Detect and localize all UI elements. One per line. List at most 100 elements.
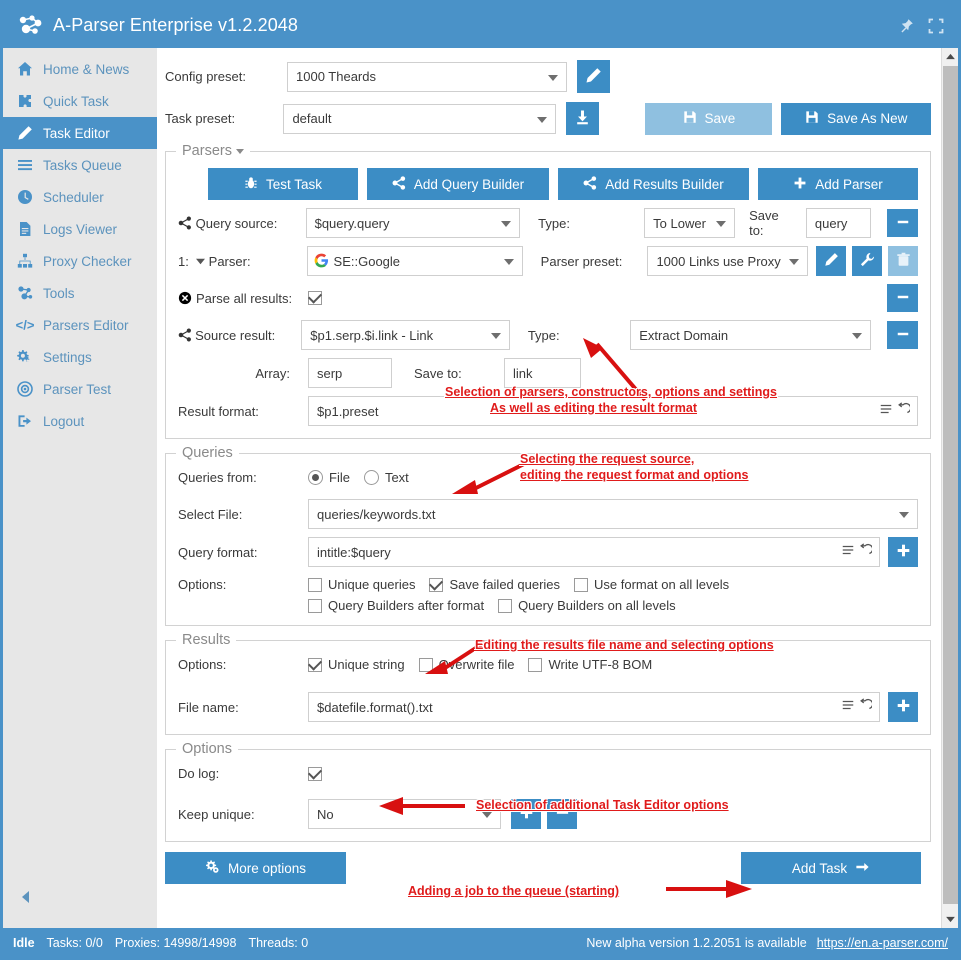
- sidebar-item-tools[interactable]: Tools: [3, 277, 157, 309]
- query-format-field[interactable]: intitle:$query: [308, 537, 880, 567]
- parsers-legend[interactable]: Parsers: [176, 143, 250, 159]
- pin-icon[interactable]: [898, 18, 914, 34]
- add-parser-button[interactable]: Add Parser: [758, 168, 918, 200]
- add-task-button[interactable]: Add Task: [741, 852, 921, 884]
- results-file-name-add-button[interactable]: [888, 692, 918, 722]
- fullscreen-icon[interactable]: [928, 18, 944, 34]
- more-options-button[interactable]: More options: [165, 852, 346, 884]
- parser-preset-label: Parser preset:: [541, 254, 648, 269]
- queries-from-text-option[interactable]: Text: [364, 470, 409, 485]
- option-use-format-all-levels[interactable]: Use format on all levels: [574, 577, 729, 592]
- query-source-type-label: Type:: [538, 216, 644, 231]
- do-log-checkbox[interactable]: [308, 767, 322, 781]
- query-source-select[interactable]: $query.query: [306, 208, 521, 238]
- save-button[interactable]: Save: [645, 103, 772, 135]
- option-unique-queries[interactable]: Unique queries: [308, 577, 415, 592]
- parse-all-results-remove-button[interactable]: [887, 284, 918, 312]
- source-result-select[interactable]: $p1.serp.$i.link - Link: [301, 320, 510, 350]
- add-results-builder-button[interactable]: Add Results Builder: [558, 168, 749, 200]
- sidebar-item-quick-task[interactable]: Quick Task: [3, 85, 157, 117]
- option-save-failed-queries[interactable]: Save failed queries: [429, 577, 560, 592]
- parser-select[interactable]: SE::Google: [307, 246, 523, 276]
- sidebar-item-proxy-checker[interactable]: Proxy Checker: [3, 245, 157, 277]
- parsers-toolbar: Test Task Add Query Builder Add Results …: [208, 168, 918, 200]
- keep-unique-remove-button[interactable]: [547, 799, 577, 829]
- hamburger-icon[interactable]: [841, 698, 855, 716]
- parse-all-results-checkbox[interactable]: [308, 291, 322, 305]
- test-task-button[interactable]: Test Task: [208, 168, 358, 200]
- vertical-scrollbar[interactable]: [941, 48, 958, 928]
- config-preset-select[interactable]: 1000 Theards: [287, 62, 567, 92]
- scrollbar-thumb[interactable]: [943, 66, 958, 904]
- array-input[interactable]: serp: [308, 358, 392, 388]
- query-source-type-select[interactable]: To Lower: [644, 208, 735, 238]
- select-file-value: queries/keywords.txt: [317, 507, 436, 522]
- query-source-save-to-input[interactable]: query: [806, 208, 871, 238]
- query-source-row: Query source: $query.query Type: To Lowe…: [178, 208, 918, 238]
- checkbox-query-builders-after-format[interactable]: [308, 599, 322, 613]
- queries-from-file-option[interactable]: File: [308, 470, 350, 485]
- sidebar-item-scheduler[interactable]: Scheduler: [3, 181, 157, 213]
- checkbox-overwrite-file[interactable]: [419, 658, 433, 672]
- sidebar-item-logs-viewer[interactable]: Logs Viewer: [3, 213, 157, 245]
- sidebar-item-label: Logout: [43, 414, 84, 429]
- config-preset-edit-button[interactable]: [577, 60, 610, 93]
- sidebar-item-parser-test[interactable]: Parser Test: [3, 373, 157, 405]
- times-circle-icon[interactable]: [178, 291, 196, 305]
- google-icon: [314, 253, 329, 271]
- task-preset-download-button[interactable]: [566, 102, 599, 135]
- sidebar-item-logout[interactable]: Logout: [3, 405, 157, 437]
- query-source-remove-button[interactable]: [887, 209, 918, 237]
- query-format-add-button[interactable]: [888, 537, 918, 567]
- undo-icon[interactable]: [858, 698, 872, 716]
- sidebar-collapse-icon[interactable]: [21, 891, 31, 906]
- undo-icon[interactable]: [858, 543, 872, 561]
- checkbox-query-builders-all-levels[interactable]: [498, 599, 512, 613]
- parser-preset-select[interactable]: 1000 Links use Proxy: [647, 246, 808, 276]
- save-as-new-button[interactable]: Save As New: [781, 103, 931, 135]
- array-value: serp: [317, 366, 342, 381]
- parser-delete-button[interactable]: [888, 246, 918, 276]
- parser-edit-button[interactable]: [816, 246, 846, 276]
- parser-settings-button[interactable]: [852, 246, 882, 276]
- sidebar-item-home-news[interactable]: Home & News: [3, 53, 157, 85]
- source-result-remove-button[interactable]: [887, 321, 918, 349]
- checkbox-write-utf8-bom[interactable]: [528, 658, 542, 672]
- radio-text[interactable]: [364, 470, 379, 485]
- sidebar-item-settings[interactable]: Settings: [3, 341, 157, 373]
- array-save-to-input[interactable]: link: [504, 358, 581, 388]
- results-file-name-field[interactable]: $datefile.format().txt: [308, 692, 880, 722]
- sidebar-item-tasks-queue[interactable]: Tasks Queue: [3, 149, 157, 181]
- radio-file[interactable]: [308, 470, 323, 485]
- add-query-builder-button[interactable]: Add Query Builder: [367, 168, 549, 200]
- checkbox-use-format-all-levels[interactable]: [574, 578, 588, 592]
- checkbox-unique-string[interactable]: [308, 658, 322, 672]
- hamburger-icon[interactable]: [879, 402, 893, 420]
- hamburger-icon[interactable]: [841, 543, 855, 561]
- task-preset-select[interactable]: default: [283, 104, 556, 134]
- undo-icon[interactable]: [896, 402, 910, 420]
- select-file-select[interactable]: queries/keywords.txt: [308, 499, 918, 529]
- sidebar-item-label: Proxy Checker: [43, 254, 132, 269]
- checkbox-save-failed-queries[interactable]: [429, 578, 443, 592]
- caret-down-icon[interactable]: [196, 254, 209, 269]
- update-link[interactable]: https://en.a-parser.com/: [817, 936, 948, 950]
- query-source-value: $query.query: [315, 216, 390, 231]
- keep-unique-select[interactable]: No: [308, 799, 501, 829]
- add-query-builder-label: Add Query Builder: [414, 177, 524, 192]
- option-query-builders-after-format[interactable]: Query Builders after format: [308, 598, 484, 613]
- checkbox-unique-queries[interactable]: [308, 578, 322, 592]
- result-format-field[interactable]: $p1.preset: [308, 396, 918, 426]
- app-title: A-Parser Enterprise v1.2.2048: [53, 15, 298, 36]
- option-write-utf8-bom[interactable]: Write UTF-8 BOM: [528, 657, 652, 672]
- keep-unique-add-button[interactable]: [511, 799, 541, 829]
- scroll-up-button[interactable]: [942, 48, 958, 65]
- source-result-type-select[interactable]: Extract Domain: [630, 320, 871, 350]
- sidebar-item-task-editor[interactable]: Task Editor: [3, 117, 157, 149]
- scroll-down-button[interactable]: [942, 911, 958, 928]
- sidebar-item-parsers-editor[interactable]: </> Parsers Editor: [3, 309, 157, 341]
- array-save-to-value: link: [513, 366, 533, 381]
- option-unique-string[interactable]: Unique string: [308, 657, 405, 672]
- option-query-builders-all-levels[interactable]: Query Builders on all levels: [498, 598, 676, 613]
- option-overwrite-file[interactable]: Overwrite file: [419, 657, 515, 672]
